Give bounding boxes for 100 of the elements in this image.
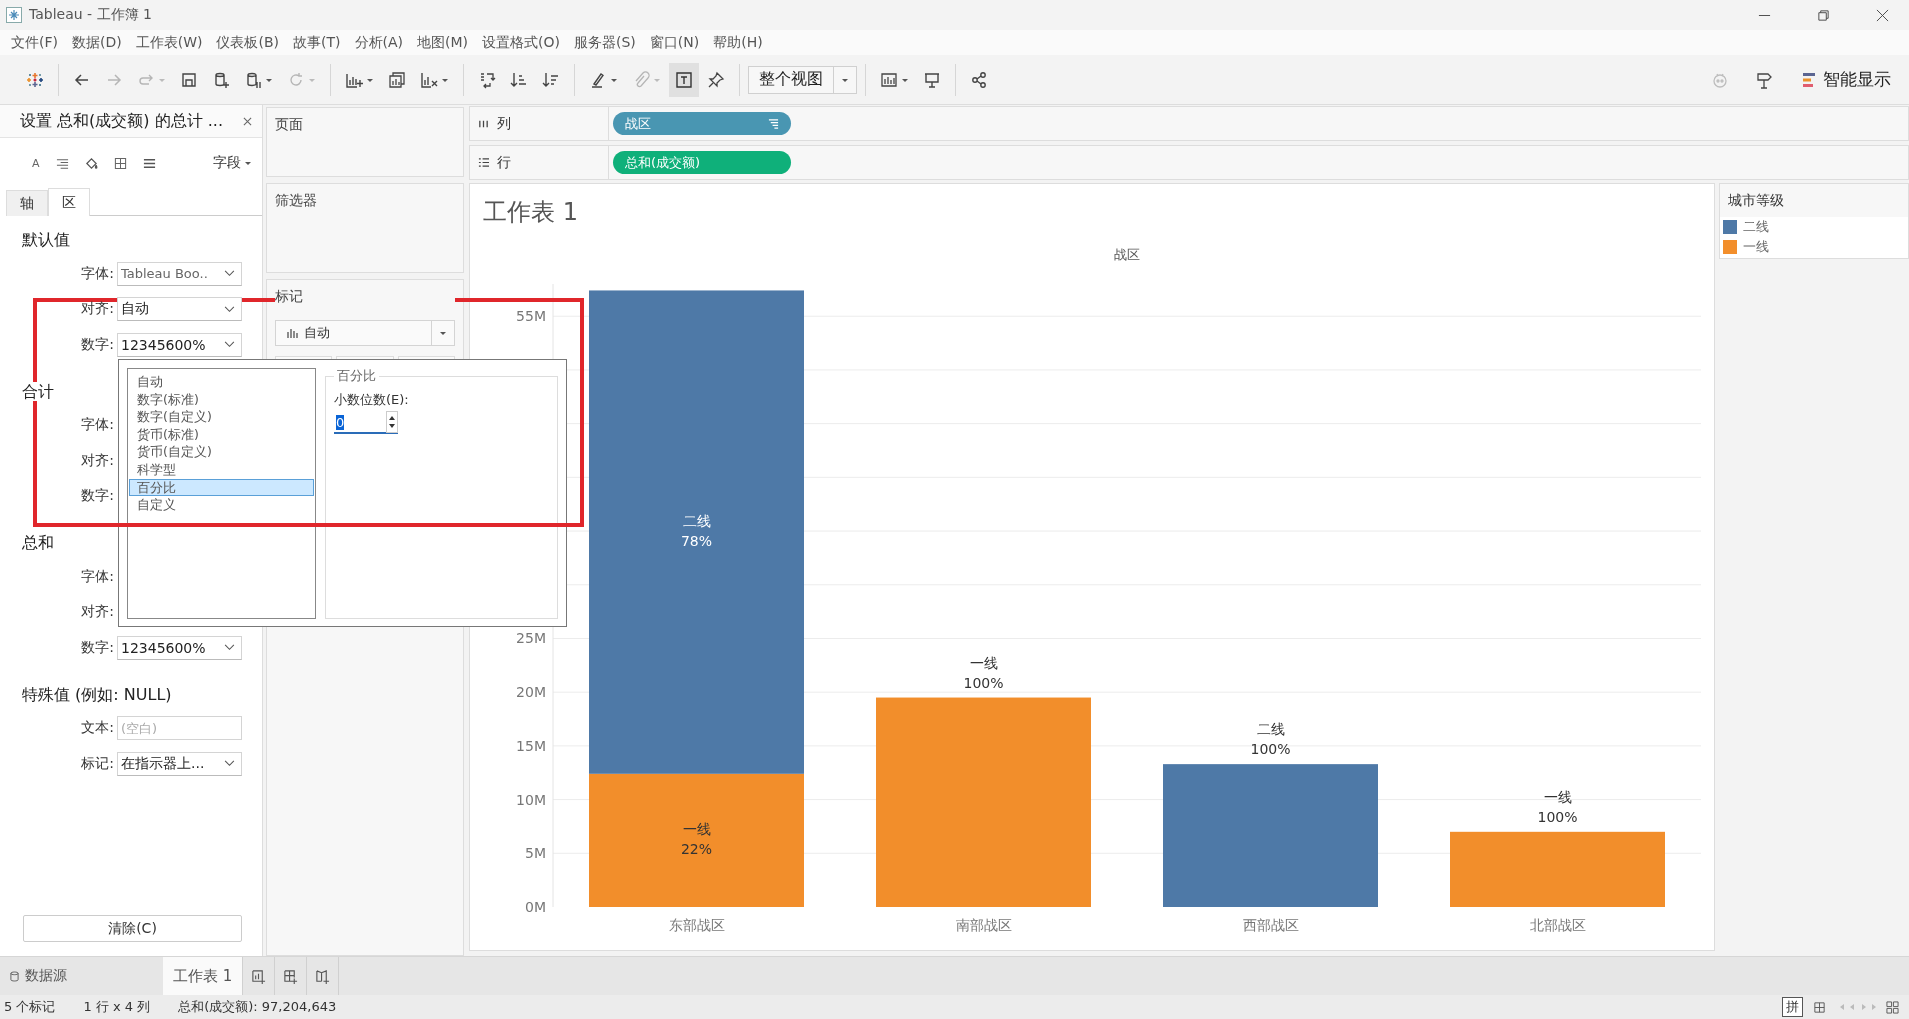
field-label: 文本: [81,719,114,736]
dropdown[interactable]: 12345600% [117,332,242,357]
logo-icon [26,70,44,89]
bars-icon [1803,71,1817,88]
field-label: 对齐: [81,603,114,620]
new-story-icon [315,968,331,984]
menu-item[interactable]: 窗口(N) [644,33,705,52]
menu-item[interactable]: 帮助(H) [708,33,768,52]
restore-icon[interactable] [1817,8,1830,22]
show-me-button[interactable]: 智能显示 [1799,64,1895,95]
sort-descending-icon [542,70,560,89]
add-database-icon [212,70,230,89]
axis-label: 西部战区 [1242,917,1299,933]
field-label: 对齐: [81,451,114,468]
field-label: 数字: [81,487,114,504]
dropdown[interactable]: 在指示器上... [117,751,242,776]
tab[interactable]: 区 [48,188,90,216]
signpost-icon[interactable] [1755,70,1773,89]
close-icon[interactable] [1876,8,1889,22]
grid-icon[interactable] [1813,1000,1826,1014]
borders-icon[interactable] [113,156,127,170]
dropdown[interactable]: Tableau Boo.. [117,261,242,286]
list-item[interactable]: 自定义 [129,496,314,514]
status-text: 5 个标记 [4,998,56,1016]
field-label: 字体: [81,567,114,584]
section-heading: 默认值 [22,230,70,249]
list-item[interactable]: 数字(自定义) [129,408,314,426]
pin-icon [707,70,725,89]
columns-icon [478,118,489,129]
highlighter-icon [589,70,607,89]
group-title: 百分比 [336,368,377,385]
axis-label: 南部战区 [955,917,1012,933]
font-tab[interactable]: A [32,156,40,170]
save-icon [180,70,198,89]
share-icon [970,70,988,89]
sort-ascending-icon [510,70,528,89]
input-field[interactable]: (空白) [117,716,242,741]
new-sheet-icon [251,968,267,984]
chevron-icon [224,270,235,278]
menu-item[interactable]: 设置格式(O) [477,33,565,52]
section-heading: 合计 [22,381,54,401]
caret-icon [244,159,252,167]
paint-bucket-icon[interactable] [84,156,98,170]
menu-item[interactable]: 分析(A) [349,33,408,52]
pause-database-icon [244,70,262,89]
list-item[interactable]: 百分比 [129,478,314,497]
field-label: 对齐: [81,300,114,317]
list-item[interactable]: 货币(标准) [129,425,314,444]
list-item[interactable]: 科学型 [129,460,314,479]
field-menu[interactable]: 字段 [213,154,252,172]
axis-label: 0M [525,899,546,915]
list-item[interactable]: 货币(自定义) [129,443,314,461]
data-source-tab[interactable]: 数据源 [0,957,163,995]
menu-item[interactable]: 服务器(S) [569,33,641,52]
presentation-icon [923,70,941,89]
card-title: 筛选器 [275,192,317,208]
field-label: 字体: [81,416,114,433]
data-label: 一线 22% [680,821,713,858]
align-icon[interactable] [55,156,69,170]
sheet-tab[interactable]: 工作表 1 [163,957,244,995]
clear-chart-icon [420,70,438,89]
duplicate-icon [388,70,406,89]
menu-item[interactable]: 仪表板(B) [211,33,284,52]
menu-item[interactable]: 地图(M) [412,33,474,52]
list-item[interactable]: 数字(标准) [129,390,314,409]
spin-arrows-icon[interactable] [386,411,398,433]
mark-type-dropdown[interactable]: 自动 [275,320,455,346]
rows-icon [478,157,489,168]
new-dashboard-icon [283,968,299,984]
format-list[interactable]: 自动 数字(标准) 数字(自定义) 货币(标准) 货币(自定义) 科学型 百分比 自定义 [127,368,316,619]
menu-item[interactable]: 工作表(W) [130,33,208,52]
ime-indicator[interactable]: 拼 [1782,997,1803,1017]
axis-title: 战区 [1114,247,1140,262]
shelf-label: 列 [497,114,511,133]
axis-label: 55M [516,308,546,325]
chevron-icon [224,341,235,349]
swap-icon [478,70,496,89]
data-label: 二线 100% [1250,721,1291,758]
list-item[interactable]: 自动 [129,373,314,391]
sort-icon [768,118,779,129]
bar-chart-icon [286,327,298,339]
tiles-icon[interactable] [1886,1000,1899,1014]
axis-label: 5M [525,845,546,862]
dropdown[interactable]: 自动 [117,297,242,322]
menu-item[interactable]: 故事(T) [288,33,346,52]
decimals-spinner[interactable]: 0 [334,412,398,434]
field-label: 小数位数(E): [334,391,410,409]
tab[interactable]: 轴 [6,190,48,216]
status-text: 总和(成交额): 97,204,643 [178,998,337,1016]
clear-button[interactable]: 清除(C) [23,915,242,942]
menu-item[interactable]: 文件(F) [6,33,63,52]
toolbar-button[interactable] [669,62,699,97]
shelf-label: 行 [497,153,511,172]
lines-icon[interactable] [142,156,156,170]
fit-dropdown[interactable]: 整个视图 [748,65,857,94]
menu-item[interactable]: 数据(D) [67,33,127,52]
field-label: 数字: [81,638,114,655]
close-icon[interactable] [243,116,252,126]
dropdown[interactable]: 12345600% [117,635,242,660]
section-heading: 特殊值 (例如: NULL) [22,684,172,704]
